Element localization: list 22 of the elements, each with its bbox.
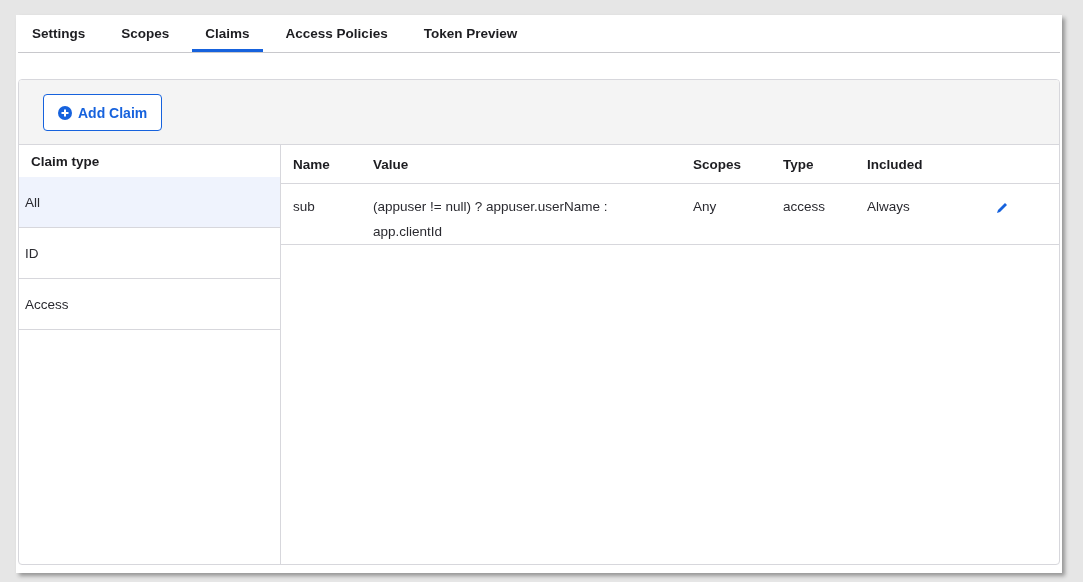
edit-icon[interactable] [995,201,1009,215]
tab[interactable]: Settings [19,15,99,52]
add-claim-button[interactable]: Add Claim [43,94,163,131]
tab[interactable]: Access Policies [272,15,401,52]
table-cell: (appuser != null) ? appuser.userName : app.clientId [361,183,681,245]
table-cell: sub [281,183,361,245]
column-header: Scopes [681,145,771,184]
column-header: Value [361,145,681,184]
claim-type-heading: Claim type [30,153,101,171]
tab[interactable]: Token Preview [410,15,531,52]
table-cell: access [771,183,855,245]
table-cell: Always [855,183,983,245]
claim-type-item[interactable]: All [19,177,280,228]
tab[interactable]: Scopes [108,15,183,52]
plus-circle-icon [58,105,72,120]
table-cell: Any [681,183,771,245]
tab[interactable]: Claims [192,15,263,52]
claim-type-item[interactable]: ID [19,228,280,279]
column-header: Included [855,145,983,184]
column-header: Type [771,145,855,184]
column-header: Name [281,145,361,184]
claim-type-item[interactable]: Access [19,279,280,330]
